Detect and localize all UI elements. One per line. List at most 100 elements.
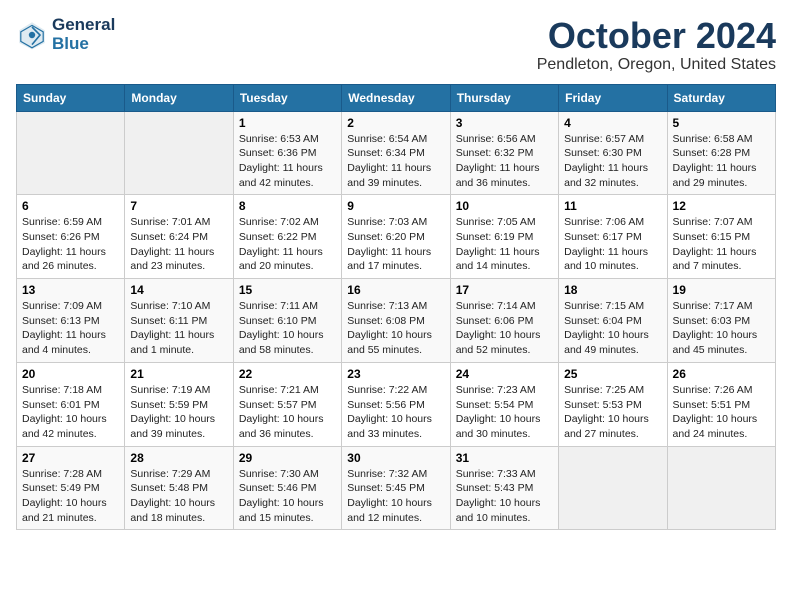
day-info: Sunrise: 7:29 AMSunset: 5:48 PMDaylight:… <box>130 467 227 526</box>
day-cell: 14 Sunrise: 7:10 AMSunset: 6:11 PMDayligh… <box>125 279 233 363</box>
week-row-2: 6 Sunrise: 6:59 AMSunset: 6:26 PMDaylight… <box>17 195 776 279</box>
day-cell: 2 Sunrise: 6:54 AMSunset: 6:34 PMDaylight… <box>342 111 450 195</box>
day-info: Sunrise: 7:06 AMSunset: 6:17 PMDaylight:… <box>564 215 661 274</box>
day-cell: 5 Sunrise: 6:58 AMSunset: 6:28 PMDaylight… <box>667 111 775 195</box>
day-number: 2 <box>347 116 444 130</box>
day-cell: 27Sunrise: 7:28 AMSunset: 5:49 PMDayligh… <box>17 446 125 530</box>
day-info: Sunrise: 7:22 AMSunset: 5:56 PMDaylight:… <box>347 383 444 442</box>
day-info: Sunrise: 7:30 AMSunset: 5:46 PMDaylight:… <box>239 467 336 526</box>
day-cell: 17Sunrise: 7:14 AMSunset: 6:06 PMDayligh… <box>450 279 558 363</box>
day-cell: 15 Sunrise: 7:11 AMSunset: 6:10 PMDayligh… <box>233 279 341 363</box>
header-cell-wednesday: Wednesday <box>342 84 450 111</box>
day-number: 6 <box>22 199 119 213</box>
day-number: 20 <box>22 367 119 381</box>
calendar-table: SundayMondayTuesdayWednesdayThursdayFrid… <box>16 84 776 531</box>
header-row: SundayMondayTuesdayWednesdayThursdayFrid… <box>17 84 776 111</box>
day-number: 30 <box>347 451 444 465</box>
day-number: 23 <box>347 367 444 381</box>
day-number: 27 <box>22 451 119 465</box>
calendar-header: SundayMondayTuesdayWednesdayThursdayFrid… <box>17 84 776 111</box>
day-cell: 25 Sunrise: 7:25 AMSunset: 5:53 PMDayligh… <box>559 362 667 446</box>
day-number: 25 <box>564 367 661 381</box>
header-cell-saturday: Saturday <box>667 84 775 111</box>
week-row-5: 27Sunrise: 7:28 AMSunset: 5:49 PMDayligh… <box>17 446 776 530</box>
day-info: Sunrise: 7:09 AMSunset: 6:13 PMDaylight:… <box>22 299 119 358</box>
day-cell: 26Sunrise: 7:26 AMSunset: 5:51 PMDayligh… <box>667 362 775 446</box>
day-info: Sunrise: 7:23 AMSunset: 5:54 PMDaylight:… <box>456 383 553 442</box>
day-info: Sunrise: 7:25 AMSunset: 5:53 PMDaylight:… <box>564 383 661 442</box>
day-number: 31 <box>456 451 553 465</box>
day-cell: 3Sunrise: 6:56 AMSunset: 6:32 PMDaylight… <box>450 111 558 195</box>
day-cell: 28 Sunrise: 7:29 AMSunset: 5:48 PMDayligh… <box>125 446 233 530</box>
day-number: 13 <box>22 283 119 297</box>
day-cell: 31 Sunrise: 7:33 AMSunset: 5:43 PMDayligh… <box>450 446 558 530</box>
day-number: 7 <box>130 199 227 213</box>
day-info: Sunrise: 6:57 AMSunset: 6:30 PMDaylight:… <box>564 132 661 191</box>
day-info: Sunrise: 6:59 AMSunset: 6:26 PMDaylight:… <box>22 215 119 274</box>
header-cell-friday: Friday <box>559 84 667 111</box>
day-cell: 4 Sunrise: 6:57 AMSunset: 6:30 PMDaylight… <box>559 111 667 195</box>
logo-line2: Blue <box>52 35 115 54</box>
day-number: 22 <box>239 367 336 381</box>
day-info: Sunrise: 6:58 AMSunset: 6:28 PMDaylight:… <box>673 132 770 191</box>
header-cell-sunday: Sunday <box>17 84 125 111</box>
day-cell <box>125 111 233 195</box>
day-number: 8 <box>239 199 336 213</box>
day-number: 21 <box>130 367 227 381</box>
day-info: Sunrise: 7:15 AMSunset: 6:04 PMDaylight:… <box>564 299 661 358</box>
day-cell: 11 Sunrise: 7:06 AMSunset: 6:17 PMDayligh… <box>559 195 667 279</box>
day-number: 5 <box>673 116 770 130</box>
day-number: 11 <box>564 199 661 213</box>
day-info: Sunrise: 7:18 AMSunset: 6:01 PMDaylight:… <box>22 383 119 442</box>
day-cell: 8 Sunrise: 7:02 AMSunset: 6:22 PMDaylight… <box>233 195 341 279</box>
day-cell: 18 Sunrise: 7:15 AMSunset: 6:04 PMDayligh… <box>559 279 667 363</box>
day-info: Sunrise: 7:33 AMSunset: 5:43 PMDaylight:… <box>456 467 553 526</box>
week-row-3: 13 Sunrise: 7:09 AMSunset: 6:13 PMDayligh… <box>17 279 776 363</box>
day-info: Sunrise: 7:03 AMSunset: 6:20 PMDaylight:… <box>347 215 444 274</box>
week-row-4: 20 Sunrise: 7:18 AMSunset: 6:01 PMDayligh… <box>17 362 776 446</box>
day-number: 14 <box>130 283 227 297</box>
day-info: Sunrise: 7:32 AMSunset: 5:45 PMDaylight:… <box>347 467 444 526</box>
day-cell: 22 Sunrise: 7:21 AMSunset: 5:57 PMDayligh… <box>233 362 341 446</box>
day-cell: 13 Sunrise: 7:09 AMSunset: 6:13 PMDayligh… <box>17 279 125 363</box>
calendar-body: 1Sunrise: 6:53 AMSunset: 6:36 PMDaylight… <box>17 111 776 530</box>
day-info: Sunrise: 7:14 AMSunset: 6:06 PMDaylight:… <box>456 299 553 358</box>
day-info: Sunrise: 7:02 AMSunset: 6:22 PMDaylight:… <box>239 215 336 274</box>
day-cell: 9 Sunrise: 7:03 AMSunset: 6:20 PMDaylight… <box>342 195 450 279</box>
day-info: Sunrise: 6:53 AMSunset: 6:36 PMDaylight:… <box>239 132 336 191</box>
day-number: 9 <box>347 199 444 213</box>
day-cell: 6 Sunrise: 6:59 AMSunset: 6:26 PMDaylight… <box>17 195 125 279</box>
logo-line1: General <box>52 16 115 35</box>
day-cell: 19 Sunrise: 7:17 AMSunset: 6:03 PMDayligh… <box>667 279 775 363</box>
day-number: 10 <box>456 199 553 213</box>
day-cell: 29 Sunrise: 7:30 AMSunset: 5:46 PMDayligh… <box>233 446 341 530</box>
header-cell-monday: Monday <box>125 84 233 111</box>
day-info: Sunrise: 7:19 AMSunset: 5:59 PMDaylight:… <box>130 383 227 442</box>
day-number: 26 <box>673 367 770 381</box>
day-number: 19 <box>673 283 770 297</box>
day-info: Sunrise: 7:07 AMSunset: 6:15 PMDaylight:… <box>673 215 770 274</box>
day-number: 24 <box>456 367 553 381</box>
day-info: Sunrise: 6:56 AMSunset: 6:32 PMDaylight:… <box>456 132 553 191</box>
day-info: Sunrise: 7:17 AMSunset: 6:03 PMDaylight:… <box>673 299 770 358</box>
day-cell: 1Sunrise: 6:53 AMSunset: 6:36 PMDaylight… <box>233 111 341 195</box>
day-cell <box>667 446 775 530</box>
day-number: 4 <box>564 116 661 130</box>
day-info: Sunrise: 7:10 AMSunset: 6:11 PMDaylight:… <box>130 299 227 358</box>
day-cell <box>17 111 125 195</box>
page-header: General Blue October 2024 Pendleton, Ore… <box>16 16 776 74</box>
day-number: 28 <box>130 451 227 465</box>
title-block: October 2024 Pendleton, Oregon, United S… <box>537 16 776 74</box>
day-number: 15 <box>239 283 336 297</box>
header-cell-thursday: Thursday <box>450 84 558 111</box>
day-cell: 24 Sunrise: 7:23 AMSunset: 5:54 PMDayligh… <box>450 362 558 446</box>
day-info: Sunrise: 6:54 AMSunset: 6:34 PMDaylight:… <box>347 132 444 191</box>
day-number: 29 <box>239 451 336 465</box>
day-number: 18 <box>564 283 661 297</box>
day-number: 12 <box>673 199 770 213</box>
logo-icon <box>16 19 48 51</box>
day-info: Sunrise: 7:13 AMSunset: 6:08 PMDaylight:… <box>347 299 444 358</box>
day-cell: 30 Sunrise: 7:32 AMSunset: 5:45 PMDayligh… <box>342 446 450 530</box>
day-info: Sunrise: 7:21 AMSunset: 5:57 PMDaylight:… <box>239 383 336 442</box>
day-info: Sunrise: 7:11 AMSunset: 6:10 PMDaylight:… <box>239 299 336 358</box>
